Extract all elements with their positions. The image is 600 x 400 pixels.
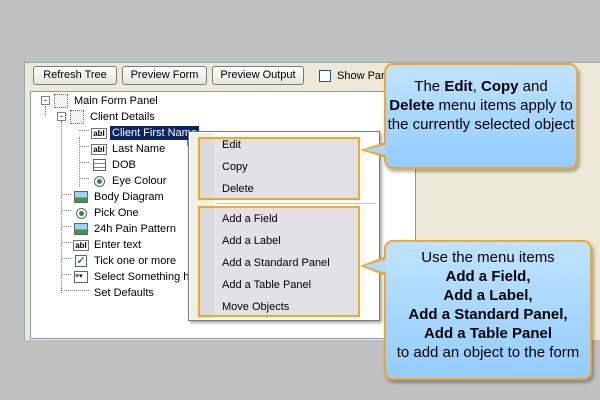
tree-node-24h-pain-pattern[interactable]: 24h Pain Pattern — [73, 221, 178, 237]
collapse-icon[interactable]: - — [57, 112, 66, 121]
show-panel-checkbox[interactable] — [319, 70, 331, 82]
tree-connector — [61, 210, 71, 211]
tree-node-label: Enter text — [94, 239, 142, 251]
callout-text: to add an object to the form — [396, 344, 580, 361]
callout-keyword: Delete — [389, 97, 435, 114]
text-field-icon: abl — [91, 127, 107, 139]
tree-connector — [45, 106, 46, 116]
tree-node-label: Client First Name — [110, 126, 199, 140]
tree-node-label: Client Details — [90, 111, 155, 123]
tree-node-body-diagram[interactable]: Body Diagram — [73, 189, 166, 205]
refresh-tree-button[interactable]: Refresh Tree — [33, 66, 117, 85]
tree-node-enter-text[interactable]: abl Enter text — [73, 237, 143, 253]
image-icon — [74, 223, 88, 235]
tree-node-eye-colour[interactable]: Eye Colour — [91, 173, 168, 189]
menu-item-edit[interactable]: Edit — [222, 137, 241, 153]
radio-icon — [93, 175, 105, 187]
callout-text: Use the menu items — [421, 249, 555, 266]
callout-keyword: Edit — [444, 78, 473, 95]
tree-node-label: Tick one or more — [94, 255, 177, 267]
tree-connector — [61, 274, 71, 275]
tree-node-label: Eye Colour — [112, 175, 167, 187]
checkbox-icon: ✓ — [75, 255, 87, 267]
tree-node-label: Last Name — [112, 143, 166, 155]
menu-item-copy[interactable]: Copy — [222, 159, 248, 175]
menu-item-add-standard-panel[interactable]: Add a Standard Panel — [222, 255, 330, 271]
tree-connector — [61, 194, 71, 195]
tree-connector — [79, 146, 89, 147]
text-field-icon: abl — [73, 239, 89, 251]
tree-node-dob[interactable]: DOB — [91, 157, 138, 173]
tree-node-select-something[interactable]: ≡▾ Select Something h — [73, 269, 191, 285]
tree-node-last-name[interactable]: abl Last Name — [91, 141, 167, 157]
radio-icon — [75, 207, 87, 219]
callout-pointer-fill — [364, 259, 386, 273]
text-field-icon: abl — [91, 143, 107, 155]
select-list-icon: ≡▾ — [74, 271, 88, 283]
tree-node-label: Set Defaults — [94, 287, 154, 299]
image-icon — [74, 191, 88, 203]
tree-node-client-first-name[interactable]: abl Client First Name — [91, 125, 199, 141]
menu-item-add-table-panel[interactable]: Add a Table Panel — [222, 277, 311, 293]
callout-keyword: Add a Table Panel — [423, 325, 553, 342]
date-grid-icon — [92, 159, 106, 171]
callout-text: and — [518, 78, 548, 95]
tree-connector — [61, 226, 71, 227]
callout-edit-copy-delete: The Edit, Copy and Delete menu items app… — [384, 63, 578, 169]
show-panel-label: Show Par — [337, 70, 385, 82]
preview-form-button[interactable]: Preview Form — [122, 66, 207, 85]
tree-node-pick-one[interactable]: Pick One — [73, 205, 141, 221]
tree-node-main-form-panel[interactable]: Main Form Panel — [53, 93, 160, 109]
collapse-icon[interactable]: - — [41, 96, 50, 105]
tree-node-label: 24h Pain Pattern — [94, 223, 176, 235]
tree-connector — [61, 290, 89, 291]
panel-icon — [70, 110, 84, 124]
preview-output-button[interactable]: Preview Output — [212, 66, 304, 85]
menu-item-add-field[interactable]: Add a Field — [222, 211, 278, 227]
tree-node-label: DOB — [112, 159, 136, 171]
callout-pointer-fill — [364, 145, 386, 155]
callout-text: The — [414, 78, 445, 95]
menu-item-delete[interactable]: Delete — [222, 181, 254, 197]
tree-connector — [79, 178, 89, 179]
menu-item-move-objects[interactable]: Move Objects — [222, 299, 289, 315]
callout-keyword: Add a Label, — [443, 287, 533, 304]
tree-node-label: Main Form Panel — [74, 95, 158, 107]
callout-keyword: Copy — [481, 78, 519, 95]
tree-connector — [79, 130, 89, 131]
callout-text: , — [472, 78, 481, 95]
show-panel-toggle[interactable]: Show Par — [319, 67, 385, 85]
menu-item-add-label[interactable]: Add a Label — [222, 233, 281, 249]
tree-node-label: Body Diagram — [94, 191, 164, 203]
tree-node-tick-one-or-more[interactable]: ✓ Tick one or more — [73, 253, 178, 269]
tree-node-client-details[interactable]: Client Details — [69, 109, 157, 125]
tree-connector — [61, 242, 71, 243]
tree-node-set-defaults[interactable]: Set Defaults — [92, 285, 156, 301]
tree-connector — [61, 121, 62, 293]
callout-add-items: Use the menu items Add a Field, Add a La… — [384, 240, 592, 380]
tree-node-label: Pick One — [94, 207, 139, 219]
tree-connector — [79, 162, 89, 163]
tree-connector — [61, 258, 71, 259]
tree-node-label: Select Something h — [94, 271, 190, 283]
menu-separator — [216, 203, 376, 204]
callout-keyword: Add a Standard Panel, — [408, 306, 568, 323]
panel-icon — [54, 94, 68, 108]
callout-keyword: Add a Field, — [445, 268, 531, 285]
